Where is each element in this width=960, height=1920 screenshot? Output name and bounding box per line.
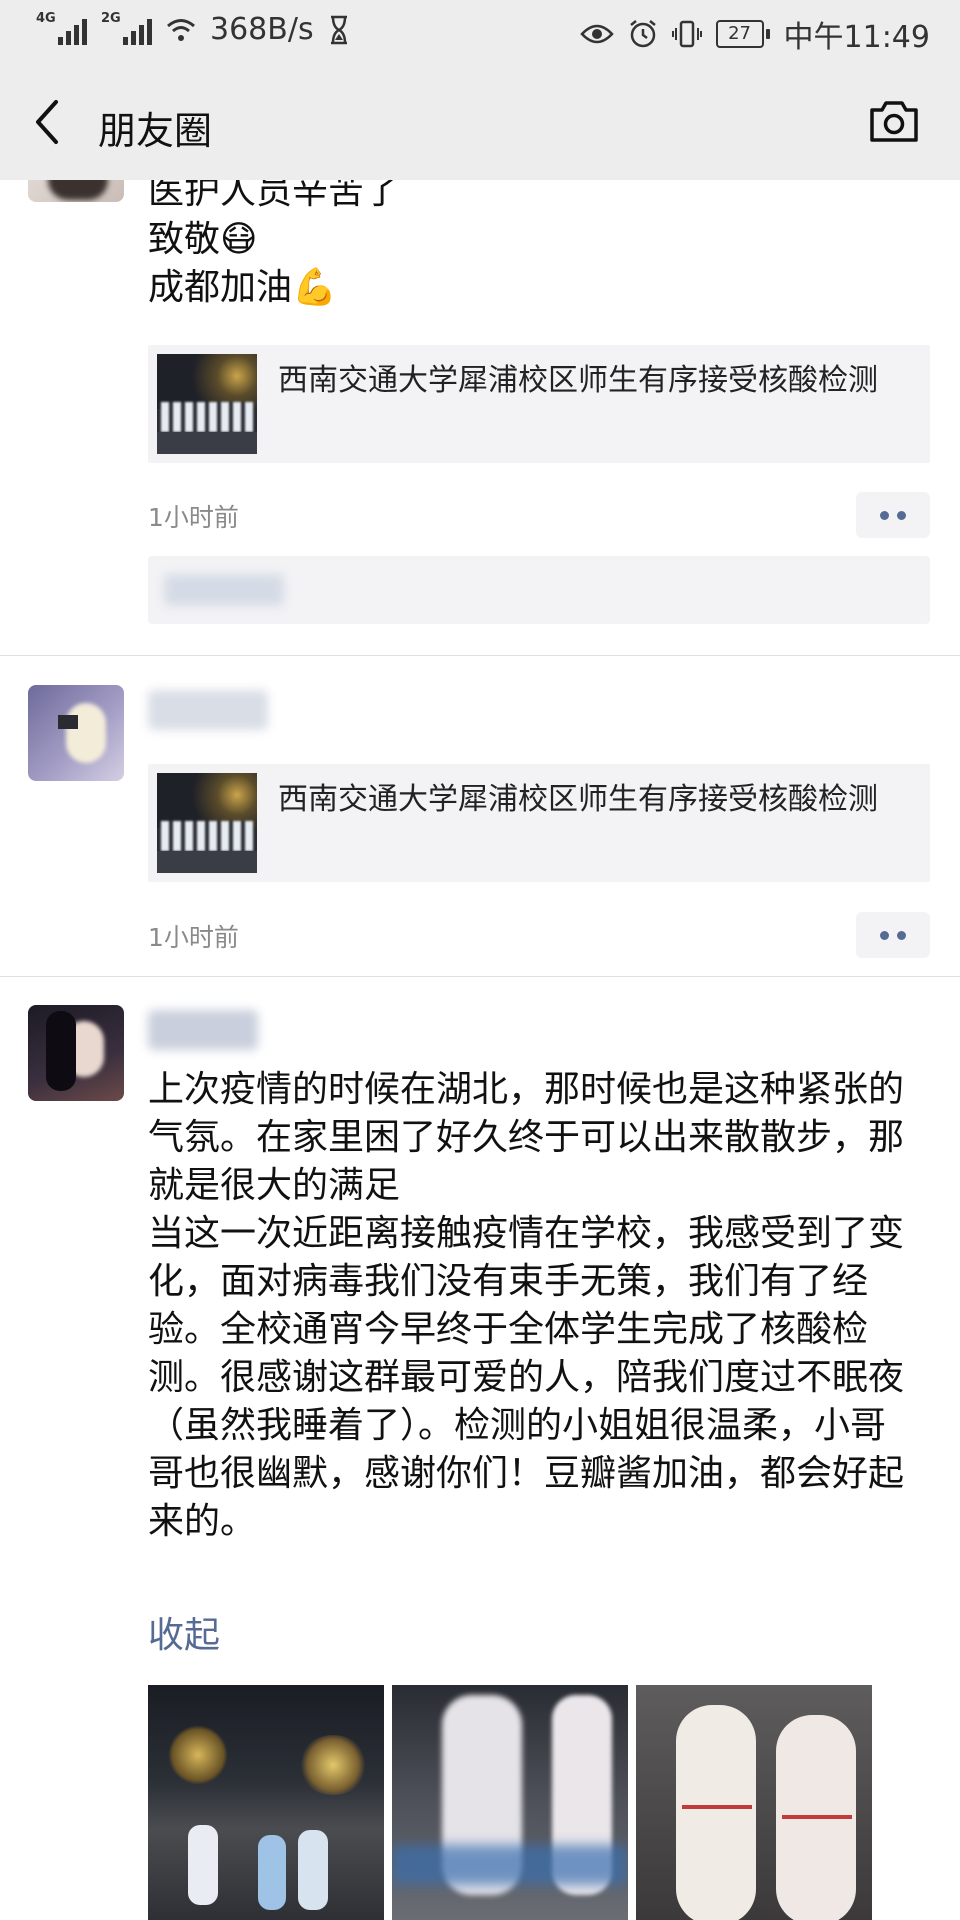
shared-link-card[interactable]: 西南交通大学犀浦校区师生有序接受核酸检测 <box>148 764 930 882</box>
battery-icon: 27 <box>715 20 770 48</box>
post-photo[interactable] <box>148 1685 384 1920</box>
comment-box <box>148 556 930 624</box>
blurred-username[interactable] <box>148 1010 258 1050</box>
vibrate-icon <box>671 20 702 48</box>
wifi-icon <box>167 18 195 41</box>
page-title: 朋友圈 <box>98 109 213 153</box>
avatar[interactable] <box>28 864 124 960</box>
post-text: 上次疫情的时候在湖北，那时候也是这种紧张的气氛。在家里困了好久终于可以出来散散步… <box>148 1069 905 1542</box>
avatar[interactable] <box>28 685 124 781</box>
cellular-signal-icon: 4G <box>36 11 87 45</box>
avatar[interactable] <box>28 1005 124 1101</box>
blurred-username[interactable] <box>148 690 268 730</box>
shared-link-card[interactable]: 西南交通大学犀浦校区师生有序接受核酸检测 <box>148 345 930 463</box>
cellular-signal-icon-2: 2G <box>101 11 152 45</box>
clock: 中午11:49 <box>783 20 930 55</box>
post-photo[interactable] <box>392 1685 628 1920</box>
network-speed: 368B/s <box>210 12 314 47</box>
moments-feed: 医护人员辛苦了 致敬😷 成都加油💪 西南交通大学犀浦校区师生有序接受核酸检测 1… <box>0 180 960 1920</box>
link-thumbnail <box>157 773 257 873</box>
post-text: 医护人员辛苦了 致敬😷 成都加油💪 <box>148 180 401 308</box>
divider <box>0 976 960 977</box>
more-actions-button[interactable] <box>856 492 930 538</box>
post-photo[interactable] <box>636 1685 872 1920</box>
post-time: 1小时前 <box>148 923 239 952</box>
alarm-icon <box>629 20 656 48</box>
status-bar: 4G 2G 368B/s 27 中午11:49 <box>0 0 960 64</box>
back-chevron-icon[interactable] <box>28 96 68 148</box>
camera-icon[interactable] <box>868 98 920 144</box>
nav-bar: 朋友圈 <box>0 64 960 180</box>
link-title: 西南交通大学犀浦校区师生有序接受核酸检测 <box>278 782 878 817</box>
blurred-comment <box>164 574 284 606</box>
hourglass-icon <box>330 15 347 44</box>
link-thumbnail <box>157 354 257 454</box>
avatar[interactable] <box>28 180 124 202</box>
more-actions-button[interactable] <box>856 912 930 958</box>
post-time: 1小时前 <box>148 503 239 532</box>
collapse-link[interactable]: 收起 <box>148 1606 220 1658</box>
moment-post: 医护人员辛苦了 致敬😷 成都加油💪 西南交通大学犀浦校区师生有序接受核酸检测 1… <box>0 180 960 655</box>
eye-icon <box>579 24 614 44</box>
link-title: 西南交通大学犀浦校区师生有序接受核酸检测 <box>278 363 878 398</box>
